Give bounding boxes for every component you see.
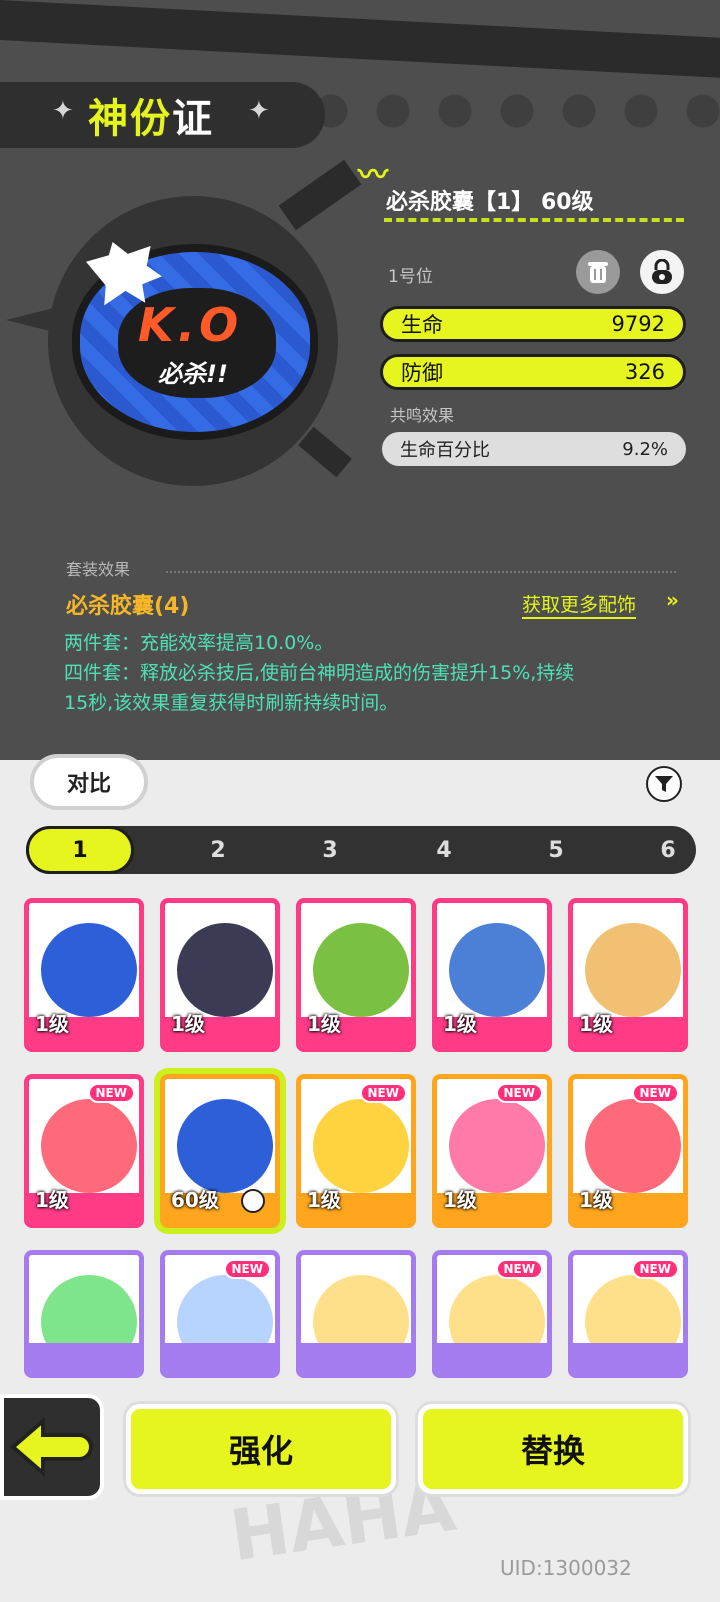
tab-5[interactable]: 5 [502, 826, 610, 874]
accessory-card[interactable]: 1级 NEW [296, 1074, 416, 1228]
new-badge: NEW [495, 1259, 543, 1279]
new-badge: NEW [359, 1083, 407, 1103]
decor-spike [278, 159, 362, 231]
trash-button[interactable] [576, 250, 620, 294]
filter-button[interactable] [646, 766, 682, 802]
accessory-card[interactable]: NEW [432, 1250, 552, 1378]
get-more-accessories-link[interactable]: 获取更多配饰 [522, 590, 637, 619]
tab-3[interactable]: 3 [276, 826, 384, 874]
tab-2[interactable]: 2 [164, 826, 272, 874]
set-effect-4pc: 四件套：释放必杀技后,使前台神明造成的伤害提升15%,持续 [64, 662, 575, 684]
ko-capsule-image [177, 1099, 273, 1193]
lock-icon [241, 1189, 265, 1213]
card-footer [573, 1343, 683, 1373]
accessory-card[interactable]: NEW [160, 1250, 280, 1378]
card-footer [437, 1343, 547, 1373]
card-footer [301, 1343, 411, 1373]
accessory-card[interactable]: 1级 NEW [432, 1074, 552, 1228]
trash-icon [588, 262, 608, 283]
new-badge: NEW [87, 1083, 135, 1103]
ko-capsule-image [41, 923, 137, 1017]
card-footer [29, 1343, 139, 1373]
compare-button[interactable]: 对比 [30, 754, 148, 810]
card-level: 1级 [35, 1012, 69, 1036]
card-level: 1级 [307, 1188, 341, 1212]
new-badge: NEW [495, 1083, 543, 1103]
set-name: 必杀胶囊(4) [66, 594, 190, 619]
card-level: 60级 [171, 1188, 219, 1212]
accessory-card[interactable]: NEW [568, 1250, 688, 1378]
accessory-card[interactable]: 60级 [160, 1074, 280, 1228]
uid-label: UID:1300032 [500, 1556, 632, 1580]
new-badge: NEW [223, 1259, 271, 1279]
sparkle-icon: ✦ [52, 96, 74, 126]
back-button[interactable]: BACK [0, 1394, 104, 1500]
stat-hp: 生命 9792 [380, 306, 686, 342]
card-level: 1级 [579, 1012, 613, 1036]
tab-1[interactable]: 1 [26, 826, 134, 874]
come-late-image [313, 1099, 409, 1193]
accessory-card[interactable] [24, 1250, 144, 1378]
corgi-image [585, 923, 681, 1017]
accessory-card[interactable]: 1级 [296, 898, 416, 1052]
accessory-card[interactable]: 1级 NEW [24, 1074, 144, 1228]
decor-dots [300, 80, 720, 140]
kiwi-image [313, 923, 409, 1017]
card-level: 1级 [171, 1012, 205, 1036]
slot-tabs: 1 2 3 4 5 6 [26, 826, 696, 874]
page-title: 神份证 [88, 96, 214, 142]
resonance-stat: 生命百分比 9.2% [382, 432, 686, 466]
accessory-card[interactable]: 1级 [24, 898, 144, 1052]
new-badge: NEW [631, 1083, 679, 1103]
card-level: 1级 [443, 1012, 477, 1036]
decor-spike [298, 426, 352, 478]
filter-icon [655, 776, 673, 792]
lock-icon [652, 259, 672, 284]
set-effect-2pc: 两件套：充能效率提高10.0%。 [64, 632, 334, 654]
bee-girl-image [449, 1099, 545, 1193]
accessory-card[interactable]: 1级 [568, 898, 688, 1052]
card-level: 1级 [307, 1012, 341, 1036]
accessory-card[interactable]: 1级 [432, 898, 552, 1052]
card-level: 1级 [579, 1188, 613, 1212]
enhance-button[interactable]: 强化 [126, 1404, 396, 1494]
replace-button[interactable]: 替换 [418, 1404, 688, 1494]
strawberry-jam-image [41, 1099, 137, 1193]
set-effect-4pc-cont: 15秒,该效果重复获得时刷新持续时间。 [64, 692, 399, 714]
set-effect-label: 套装效果 [66, 560, 131, 579]
stat-defense: 防御 326 [380, 354, 686, 390]
back-label: BACK [54, 1462, 91, 1476]
lock-button[interactable] [640, 250, 684, 294]
card-level: 1级 [35, 1188, 69, 1212]
accessory-card[interactable] [296, 1250, 416, 1378]
accessory-card[interactable]: 1级 [160, 898, 280, 1052]
tab-4[interactable]: 4 [390, 826, 498, 874]
anime-girl-image [177, 923, 273, 1017]
strawberry-jam-image [585, 1099, 681, 1193]
card-footer [165, 1343, 275, 1373]
divider [166, 571, 676, 573]
resonance-label: 共鸣效果 [390, 406, 455, 425]
name-underline [384, 210, 684, 222]
slot-label: 1号位 [388, 267, 433, 287]
double-chevron-right-icon[interactable]: » [666, 588, 679, 612]
tab-6[interactable]: 6 [614, 826, 720, 874]
accessory-card[interactable]: 1级 NEW [568, 1074, 688, 1228]
card-level: 1级 [443, 1188, 477, 1212]
squiggle-icon: 〰 [358, 158, 388, 193]
sparkle-icon: ✦ [248, 96, 270, 126]
shark-image [449, 923, 545, 1017]
new-badge: NEW [631, 1259, 679, 1279]
